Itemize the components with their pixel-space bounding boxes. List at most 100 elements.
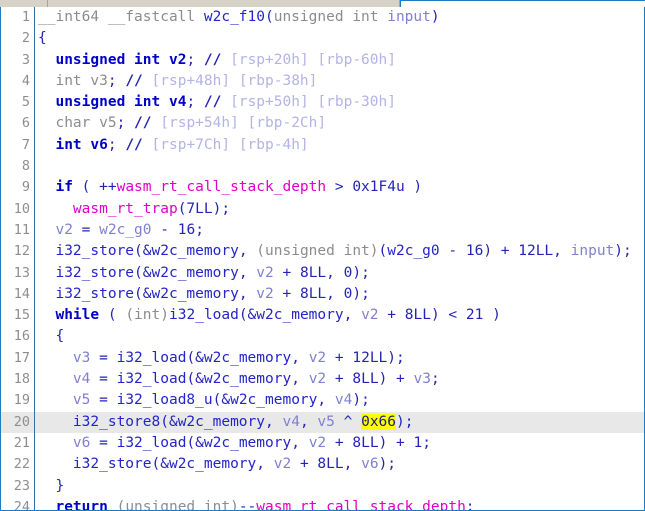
code-text[interactable]: int v6; // [rsp+7Ch] [rbp-4h]: [35, 135, 644, 156]
code-line[interactable]: 17 v3 = i32_load(&w2c_memory, v2 + 12LL)…: [1, 347, 644, 370]
code-text[interactable]: v4 = i32_load(&w2c_memory, v2 + 8LL) + v…: [35, 369, 644, 390]
code-text[interactable]: int v3; // [rsp+48h] [rbp-38h]: [35, 71, 644, 92]
code-area[interactable]: 1 __int64 __fastcall w2c_f10(unsigned int…: [1, 7, 644, 510]
code-token: w2c_memory: [151, 264, 239, 281]
code-token: );: [352, 392, 370, 409]
code-text[interactable]: v2 = w2c_g0 - 16;: [35, 220, 644, 241]
code-line[interactable]: 15 while ( (int)i32_load(&w2c_memory, v2…: [1, 305, 644, 327]
code-text[interactable]: i32_store(&w2c_memory, (unsigned int)(w2…: [35, 241, 644, 262]
code-text[interactable]: unsigned int v2; // [rsp+20h] [rbp-60h]: [35, 50, 644, 71]
code-token: v2: [273, 456, 292, 473]
code-text[interactable]: unsigned int v4; // [rsp+50h] [rbp-30h]: [35, 92, 644, 113]
code-text[interactable]: i32_store(&w2c_memory, v2 + 8LL, v6);: [35, 454, 644, 475]
code-token: ,: [317, 392, 335, 409]
code-token: //: [125, 136, 152, 153]
code-token: [rsp+50h] [rbp-30h]: [230, 94, 396, 111]
code-line[interactable]: 2{: [1, 28, 644, 50]
code-token: v3: [413, 371, 431, 388]
code-token: [rsp+54h] [rbp-2Ch]: [160, 115, 327, 132]
code-line[interactable]: 4 int v3; // [rsp+48h] [rbp-38h]: [1, 70, 644, 93]
code-text[interactable]: v5 = i32_load8_u(&w2c_memory, v4);: [35, 390, 644, 411]
code-token: (&: [151, 456, 169, 473]
code-line[interactable]: 19 v5 = i32_load8_u(&w2c_memory, v4);: [1, 390, 644, 412]
code-text[interactable]: wasm_rt_trap(7LL);: [35, 199, 644, 220]
code-line[interactable]: 3 unsigned int v2; // [rsp+20h] [rbp-60h…: [1, 49, 644, 71]
code-token: input: [387, 9, 431, 25]
code-token: if: [55, 179, 73, 196]
line-number: 18: [13, 371, 30, 388]
tab-1[interactable]: [48, 0, 400, 7]
code-text[interactable]: char v5; // [rsp+54h] [rbp-2Ch]: [35, 113, 644, 134]
code-token: w2c_memory: [151, 285, 239, 302]
tab-strip[interactable]: [0, 0, 645, 7]
code-text[interactable]: if ( ++wasm_rt_call_stack_depth > 0x1F4u…: [35, 177, 644, 198]
line-number: 4: [21, 72, 30, 89]
code-line[interactable]: 20 i32_store8(&w2c_memory, v4, v5 ^ 0x66…: [1, 411, 644, 433]
tab-0[interactable]: [0, 0, 48, 7]
code-line[interactable]: 21 v6 = i32_load(&w2c_memory, v2 + 8LL) …: [1, 432, 644, 455]
code-text[interactable]: {: [35, 28, 644, 49]
code-token: 8LL: [352, 371, 379, 388]
code-line[interactable]: 12 i32_store(&w2c_memory, (unsigned int)…: [1, 241, 644, 263]
code-text[interactable]: while ( (int)i32_load(&w2c_memory, v2 + …: [35, 305, 644, 326]
code-line[interactable]: 9 if ( ++wasm_rt_call_stack_depth > 0x1F…: [1, 177, 644, 199]
code-token: (unsigned int): [116, 498, 239, 511]
code-text[interactable]: i32_store8(&w2c_memory, v4, v5 ^ 0x66);: [35, 412, 644, 433]
code-text[interactable]: [35, 156, 644, 177]
code-token: w2c_memory: [203, 349, 292, 366]
code-text[interactable]: i32_store(&w2c_memory, v2 + 8LL, 0);: [35, 263, 644, 284]
line-number: 19: [13, 392, 30, 409]
line-number: 2: [21, 30, 30, 47]
code-line[interactable]: 7 int v6; // [rsp+7Ch] [rbp-4h]: [1, 134, 644, 157]
code-token: +: [326, 371, 353, 388]
code-line[interactable]: 18 v4 = i32_load(&w2c_memory, v2 + 8LL) …: [1, 369, 644, 391]
code-token: v6: [72, 434, 91, 451]
code-text[interactable]: i32_store(&w2c_memory, v2 + 8LL, 0);: [35, 284, 644, 305]
code-line[interactable]: 16 {: [1, 326, 644, 348]
code-token: i32_load: [116, 349, 187, 366]
line-number: 21: [13, 434, 30, 451]
code-text[interactable]: __int64 __fastcall w2c_f10(unsigned int …: [35, 7, 644, 28]
code-line[interactable]: 11 v2 = w2c_g0 - 16;: [1, 219, 644, 242]
line-number: 10: [13, 200, 30, 217]
code-text[interactable]: return (unsigned int)--wasm_rt_call_stac…: [35, 497, 644, 511]
code-token: =: [90, 434, 117, 451]
code-line[interactable]: 24 return (unsigned int)--wasm_rt_call_s…: [1, 496, 644, 511]
code-token: --: [238, 498, 257, 511]
line-number: 15: [13, 307, 30, 324]
code-token: [rsp+7Ch] [rbp-4h]: [151, 136, 309, 153]
tab-active[interactable]: [400, 0, 645, 7]
code-token: ;: [186, 51, 204, 68]
code-text[interactable]: v3 = i32_load(&w2c_memory, v2 + 12LL);: [35, 348, 644, 369]
code-token: v2: [256, 264, 274, 281]
line-number: 22: [13, 456, 30, 473]
code-line[interactable]: 10 wasm_rt_trap(7LL);: [1, 198, 644, 220]
code-line[interactable]: 6 char v5; // [rsp+54h] [rbp-2Ch]: [1, 113, 644, 135]
code-text[interactable]: {: [35, 326, 644, 347]
code-token: input: [570, 243, 615, 260]
code-text[interactable]: v6 = i32_load(&w2c_memory, v2 + 8LL) + 1…: [35, 433, 644, 454]
code-token: (&: [186, 371, 204, 388]
code-token: w2c_g0: [99, 221, 152, 238]
code-token: +: [378, 307, 405, 324]
code-token: unsigned int: [273, 9, 388, 25]
code-token: 8LL: [404, 307, 431, 324]
code-line[interactable]: 8: [1, 156, 644, 178]
code-line[interactable]: 1 __int64 __fastcall w2c_f10(unsigned int…: [1, 7, 644, 29]
code-token: __int64 __fastcall: [38, 9, 204, 25]
code-token: v2: [55, 221, 73, 238]
code-token: ,: [291, 371, 309, 388]
highlighted-token[interactable]: 0x66: [361, 413, 397, 430]
code-line[interactable]: 13 i32_store(&w2c_memory, v2 + 8LL, 0);: [1, 262, 644, 284]
code-token: ;: [107, 136, 126, 153]
code-token: char v5: [55, 115, 117, 132]
code-line[interactable]: 22 i32_store(&w2c_memory, v2 + 8LL, v6);: [1, 454, 644, 476]
pseudocode-editor[interactable]: 1 __int64 __fastcall w2c_f10(unsigned int…: [0, 7, 645, 511]
code-token: =: [72, 221, 100, 238]
code-line[interactable]: 14 i32_store(&w2c_memory, v2 + 8LL, 0);: [1, 283, 644, 306]
code-line[interactable]: 5 unsigned int v4; // [rsp+50h] [rbp-30h…: [1, 92, 644, 114]
code-text[interactable]: }: [35, 476, 644, 497]
code-line[interactable]: 23 }: [1, 475, 644, 497]
code-token: ,: [326, 285, 344, 302]
